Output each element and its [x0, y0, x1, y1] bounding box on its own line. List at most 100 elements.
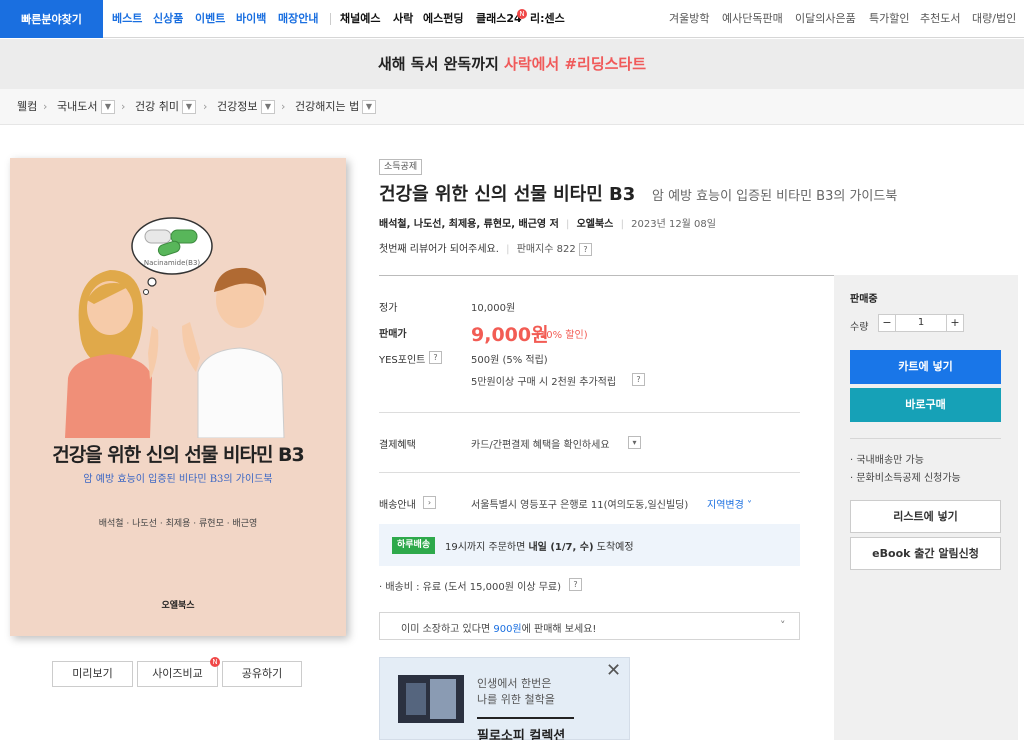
- banner-highlight: 사락에서 #리딩스타트: [504, 55, 647, 73]
- size-compare-button[interactable]: 사이즈비교: [137, 661, 218, 687]
- chevron-right-icon: ›: [203, 100, 208, 113]
- product-authors[interactable]: 배석철, 나도선, 최제용, 류현모, 배근영 저: [379, 219, 559, 230]
- promo-banner[interactable]: 새해 독서 완독까지 사락에서 #리딩스타트: [0, 39, 1024, 89]
- nav-license[interactable]: 리:센스: [530, 0, 565, 38]
- nav-new[interactable]: 신상품: [153, 0, 183, 38]
- delivery-estimate: 19시까지 주문하면 내일 (1/7, 수) 도착예정: [445, 538, 634, 553]
- notice-culture-text: 문화비소득공제 신청가능: [856, 473, 961, 484]
- nav-sfunding[interactable]: 에스펀딩: [423, 0, 463, 38]
- ad-rule: [477, 717, 574, 719]
- buyback-text: 이미 소장하고 있다면 900원에 판매해 보세요!: [401, 620, 596, 635]
- delivery-date: 내일 (1/7, 수): [528, 542, 594, 553]
- chevron-right-icon: ›: [281, 100, 286, 113]
- product-publisher[interactable]: 오엘북스: [577, 219, 614, 230]
- cover-subtitle: 암 예방 효능이 입증된 비타민 B3의 가이드북: [83, 474, 273, 485]
- nav-exclusive[interactable]: 예사단독판매: [722, 0, 783, 38]
- breadcrumb: 웰컴 › 국내도서 ▼ › 건강 취미 ▼ › 건강정보 ▼ › 건강해지는 법…: [0, 89, 1024, 125]
- change-region-label: 지역변경: [707, 500, 744, 511]
- philosophy-ad[interactable]: 인생에서 한번은 나를 위한 철학을 필로소피 컬렉션 ✕: [379, 657, 630, 740]
- delivery-suffix: 도착예정: [593, 542, 634, 553]
- divider: [379, 412, 800, 413]
- income-deduction-badge: 소득공제: [379, 159, 423, 175]
- breadcrumb-home[interactable]: 웰컴: [17, 89, 37, 125]
- chevron-down-icon[interactable]: ▼: [182, 100, 196, 114]
- close-icon[interactable]: ✕: [606, 660, 621, 681]
- nav-class24[interactable]: 클래스24: [476, 0, 522, 38]
- buyback-pre: 이미 소장하고 있다면: [401, 624, 494, 635]
- breadcrumb-domestic-books[interactable]: 국내도서: [57, 89, 97, 125]
- chevron-right-icon[interactable]: ›: [423, 496, 436, 509]
- quantity-label: 수량: [850, 322, 869, 333]
- nav-winter-break[interactable]: 겨울방학: [669, 0, 709, 38]
- chevron-down-icon[interactable]: ▼: [261, 100, 275, 114]
- chevron-down-icon[interactable]: ▼: [101, 100, 115, 114]
- cover-authors: 배석철 · 나도선 · 최제용 · 류현모 · 배근영: [98, 519, 258, 529]
- ebook-alert-button[interactable]: eBook 출간 알림신청: [850, 537, 1001, 570]
- nav-special-sale[interactable]: 특가할인: [869, 0, 909, 38]
- product-subtitle: 암 예방 효능이 입증된 비타민 B3의 가이드북: [652, 189, 898, 204]
- sale-price-label: 판매가: [379, 329, 407, 340]
- nav-event[interactable]: 이벤트: [195, 0, 225, 38]
- sale-status: 판매중: [850, 294, 878, 305]
- bubble-label: Nacinamide(B3): [144, 259, 201, 267]
- shipping-fee-text: 배송비 : 유료 (도서 15,000원 이상 무료): [385, 582, 561, 593]
- breadcrumb-how-to-health[interactable]: 건강해지는 법: [295, 89, 359, 125]
- chevron-down-icon: ˅: [780, 619, 786, 632]
- buy-now-button[interactable]: 바로구매: [850, 388, 1001, 422]
- divider: [379, 472, 800, 473]
- nav-channel-yes[interactable]: 채널예스: [340, 0, 380, 38]
- help-icon[interactable]: ?: [632, 373, 645, 386]
- delivery-estimate-box: 하루배송 19시까지 주문하면 내일 (1/7, 수) 도착예정: [379, 524, 800, 566]
- ad-book-image: [398, 675, 464, 723]
- chevron-right-icon: ›: [43, 100, 48, 113]
- banner-text: 새해 독서 완독까지: [377, 55, 505, 73]
- nav-sarak[interactable]: 사락: [393, 0, 413, 38]
- add-to-list-button[interactable]: 리스트에 넣기: [850, 500, 1001, 533]
- help-icon[interactable]: ?: [569, 578, 582, 591]
- nav-buyback[interactable]: 바이백: [236, 0, 266, 38]
- chevron-down-icon[interactable]: ▾: [628, 436, 641, 449]
- change-region-link[interactable]: 지역변경 ˅: [707, 496, 752, 511]
- preview-button[interactable]: 미리보기: [52, 661, 133, 687]
- shipping-fee: · 배송비 : 유료 (도서 15,000원 이상 무료): [379, 582, 561, 593]
- payment-benefit-label: 결제혜택: [379, 440, 416, 451]
- list-price-label: 정가: [379, 303, 398, 314]
- points-value: 500원 (5% 적립): [471, 355, 548, 366]
- book-cover[interactable]: Nacinamide(B3) 건강을 위한 신의 선물 비타민 B3 암 예방 …: [10, 158, 346, 636]
- chevron-down-icon: ˅: [747, 500, 752, 511]
- points-extra: 5만원이상 구매 시 2천원 추가적립: [471, 377, 617, 388]
- nav-recommended[interactable]: 추천도서: [920, 0, 960, 38]
- new-dot-icon: N: [517, 9, 527, 19]
- quantity-input[interactable]: 1: [896, 314, 946, 332]
- breadcrumb-health-info[interactable]: 건강정보: [217, 89, 257, 125]
- share-button[interactable]: 공유하기: [222, 661, 302, 687]
- points-label: YES포인트: [379, 355, 426, 366]
- review-row: 첫번째 리뷰어가 되어주세요. | 판매지수 822 ?: [379, 240, 592, 256]
- buyback-post: 에 판매해 보세요!: [521, 624, 597, 635]
- notice-domestic: · 국내배송만 가능: [850, 455, 924, 466]
- first-review-link[interactable]: 첫번째 리뷰어가 되어주세요.: [379, 244, 499, 255]
- quantity-decrease-button[interactable]: −: [878, 314, 896, 332]
- shipping-label: 배송안내: [379, 500, 416, 511]
- notice-domestic-text: 국내배송만 가능: [856, 455, 924, 466]
- breadcrumb-health-hobby[interactable]: 건강 취미: [135, 89, 179, 125]
- discount-rate: (10% 할인): [536, 330, 588, 341]
- publish-date: 2023년 12월 08일: [631, 219, 716, 230]
- buyback-dropdown[interactable]: 이미 소장하고 있다면 900원에 판매해 보세요! ˅: [379, 612, 800, 640]
- quick-category-button[interactable]: 빠른분야찾기: [0, 0, 103, 38]
- nav-store[interactable]: 매장안내: [278, 0, 318, 38]
- chevron-right-icon: ›: [121, 100, 126, 113]
- add-to-cart-button[interactable]: 카트에 넣기: [850, 350, 1001, 384]
- nav-bulk-order[interactable]: 대량/법인: [972, 0, 1016, 38]
- quantity-increase-button[interactable]: +: [946, 314, 964, 332]
- help-icon[interactable]: ?: [429, 351, 442, 364]
- sales-index: 판매지수 822: [516, 244, 576, 255]
- chevron-down-icon[interactable]: ▼: [362, 100, 376, 114]
- payment-benefit-value[interactable]: 카드/간편결제 혜택을 확인하세요: [471, 436, 610, 451]
- product-meta: 배석철, 나도선, 최제용, 류현모, 배근영 저 | 오엘북스 | 2023년…: [379, 219, 716, 230]
- shipping-address: 서울특별시 영등포구 은행로 11(여의도동,일신빌딩): [471, 500, 689, 511]
- help-icon[interactable]: ?: [578, 243, 592, 256]
- nav-gifts[interactable]: 이달의사은품: [795, 0, 856, 38]
- cover-publisher: 오엘북스: [161, 601, 195, 611]
- nav-best[interactable]: 베스트: [112, 0, 142, 38]
